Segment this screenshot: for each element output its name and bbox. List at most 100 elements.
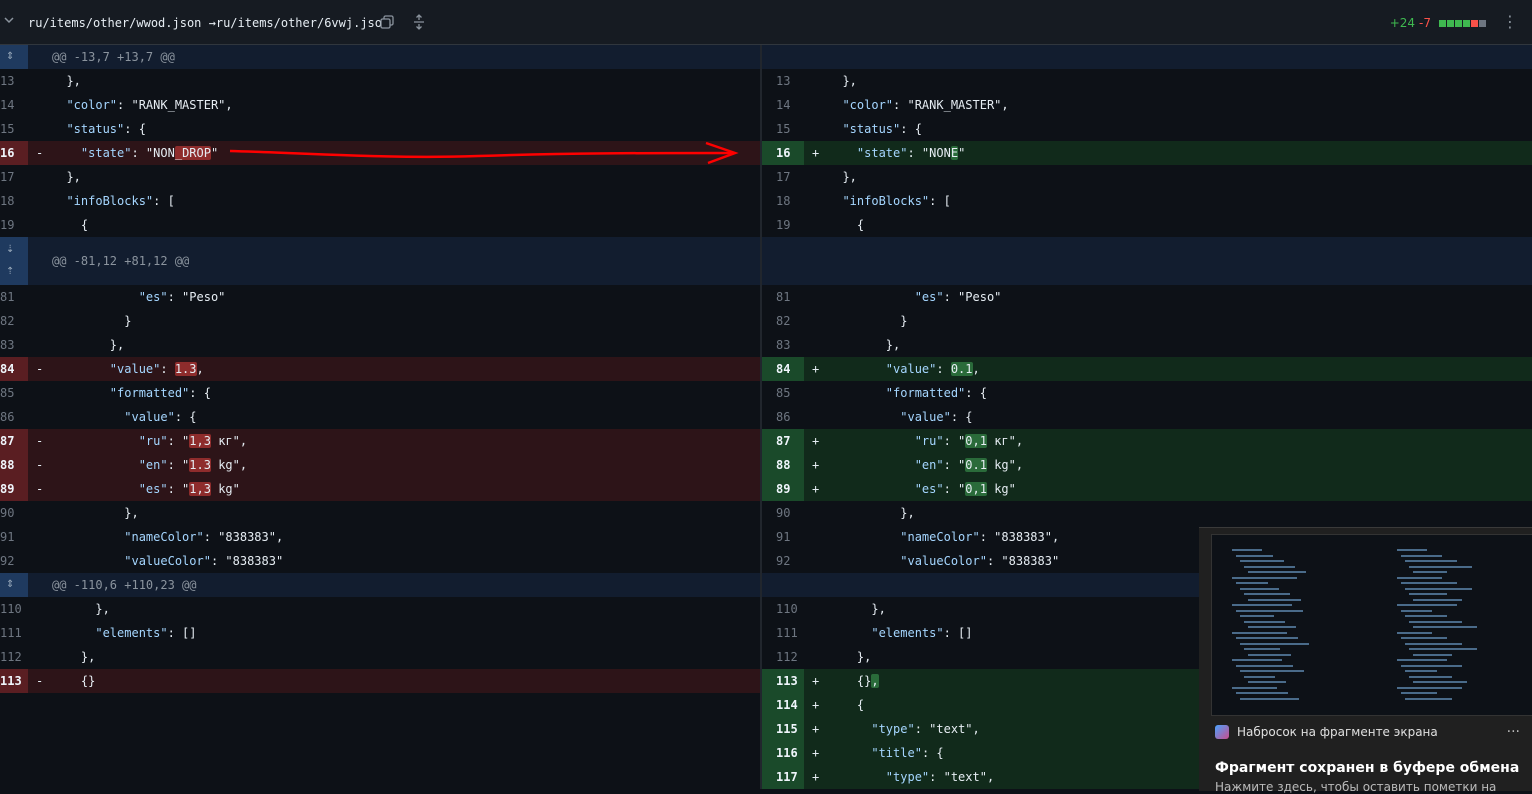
code-text: "en": "1.3 kg", xyxy=(138,458,248,472)
line-number[interactable]: 85 xyxy=(0,381,28,405)
hunk-range: @@ -110,6 +110,23 @@ xyxy=(52,578,197,592)
snip-notification[interactable]: Набросок на фрагменте экрана ··· Фрагмен… xyxy=(1199,527,1532,794)
thumb-line xyxy=(1236,637,1298,639)
diff-marker: - xyxy=(36,674,44,688)
line-number[interactable]: 111 xyxy=(0,621,28,645)
thumb-line xyxy=(1397,659,1447,661)
thumb-line xyxy=(1236,609,1303,612)
code-text: "es": "Peso" xyxy=(138,290,226,304)
line-number[interactable]: 117 xyxy=(762,765,804,789)
diff-row: 82 } 82 } xyxy=(0,309,1532,333)
line-number[interactable]: 16 xyxy=(0,141,28,165)
code-text: "type": "text", xyxy=(871,722,980,736)
thumb-line xyxy=(1413,626,1477,628)
line-number[interactable]: 88 xyxy=(0,453,28,477)
left-cell: 81 "es": "Peso" xyxy=(0,285,760,309)
thumb-line xyxy=(1409,565,1472,568)
right-cell: 17 }, xyxy=(762,165,1532,189)
expand-hunk-icon[interactable]: ⇕ xyxy=(0,573,28,597)
line-number[interactable]: 13 xyxy=(762,69,804,93)
line-number[interactable]: 82 xyxy=(0,309,28,333)
line-number[interactable]: 90 xyxy=(762,501,804,525)
thumb-line xyxy=(1401,637,1447,639)
left-cell: 18 "infoBlocks": [ xyxy=(0,189,760,213)
line-number[interactable]: 13 xyxy=(0,69,28,93)
line-number[interactable]: 19 xyxy=(0,213,28,237)
chevron-down-icon[interactable] xyxy=(3,14,17,28)
line-number[interactable]: 91 xyxy=(0,525,28,549)
line-number[interactable]: 92 xyxy=(762,549,804,573)
code-text: "valueColor": "838383" xyxy=(124,554,284,568)
line-number[interactable]: 87 xyxy=(762,429,804,453)
line-number[interactable]: 15 xyxy=(762,117,804,141)
line-number[interactable]: 88 xyxy=(762,453,804,477)
line-number[interactable]: 84 xyxy=(0,357,28,381)
thumb-line xyxy=(1409,675,1452,678)
line-number[interactable]: 110 xyxy=(762,597,804,621)
line-number[interactable]: 112 xyxy=(762,645,804,669)
line-number[interactable]: 87 xyxy=(0,429,28,453)
line-number[interactable]: 85 xyxy=(762,381,804,405)
code-text: "valueColor": "838383" xyxy=(900,554,1060,568)
code-text: "color": "RANK_MASTER", xyxy=(842,98,1009,112)
line-number[interactable] xyxy=(0,741,28,765)
line-number[interactable]: 14 xyxy=(0,93,28,117)
line-number[interactable]: 90 xyxy=(0,501,28,525)
code-text: "state": "NON_DROP" xyxy=(80,146,219,160)
left-cell: 13 }, xyxy=(0,69,760,93)
line-number[interactable]: 89 xyxy=(762,477,804,501)
line-number[interactable]: 83 xyxy=(762,333,804,357)
line-number[interactable]: 81 xyxy=(0,285,28,309)
thumb-line xyxy=(1248,681,1286,683)
line-number[interactable] xyxy=(0,693,28,717)
copy-icon[interactable] xyxy=(379,14,395,30)
line-number[interactable]: 116 xyxy=(762,741,804,765)
diff-stats: +24 -7 xyxy=(1390,16,1486,30)
line-number[interactable]: 18 xyxy=(762,189,804,213)
thumb-line xyxy=(1244,675,1275,678)
line-number[interactable]: 82 xyxy=(762,309,804,333)
toast-more-icon[interactable]: ··· xyxy=(1507,724,1520,740)
expand-icon[interactable] xyxy=(411,14,427,30)
line-number[interactable]: 111 xyxy=(762,621,804,645)
line-number[interactable]: 17 xyxy=(762,165,804,189)
expand-hunk-icon[interactable]: ⇣ ⇡ xyxy=(0,237,28,285)
line-number[interactable]: 18 xyxy=(0,189,28,213)
line-number[interactable]: 15 xyxy=(0,117,28,141)
kebab-icon[interactable]: ⋮ xyxy=(1502,12,1518,31)
line-number[interactable]: 19 xyxy=(762,213,804,237)
screenshot-thumbnail[interactable] xyxy=(1211,534,1532,716)
thumb-line xyxy=(1232,686,1277,689)
line-number[interactable]: 110 xyxy=(0,597,28,621)
line-number[interactable] xyxy=(0,717,28,741)
diff-row: 17 }, 17 }, xyxy=(0,165,1532,189)
line-number[interactable]: 84 xyxy=(762,357,804,381)
line-number[interactable]: 114 xyxy=(762,693,804,717)
line-number[interactable]: 91 xyxy=(762,525,804,549)
thumb-line xyxy=(1244,565,1295,568)
line-number[interactable]: 89 xyxy=(0,477,28,501)
line-number[interactable]: 112 xyxy=(0,645,28,669)
code-text: }, xyxy=(52,338,125,352)
line-number[interactable]: 14 xyxy=(762,93,804,117)
expand-hunk-icon[interactable]: ⇕ xyxy=(0,45,28,69)
line-number[interactable]: 113 xyxy=(762,669,804,693)
thumb-line xyxy=(1397,604,1457,606)
toast-body[interactable]: Нажмите здесь, чтобы оставить пометки на xyxy=(1215,780,1496,794)
line-number[interactable]: 83 xyxy=(0,333,28,357)
line-number[interactable]: 86 xyxy=(762,405,804,429)
line-number[interactable]: 86 xyxy=(0,405,28,429)
line-number[interactable]: 113 xyxy=(0,669,28,693)
left-cell: 90 }, xyxy=(0,501,760,525)
line-number[interactable]: 16 xyxy=(762,141,804,165)
code-text: }, xyxy=(52,602,110,616)
line-number[interactable] xyxy=(0,765,28,789)
toast-title: Фрагмент сохранен в буфере обмена xyxy=(1215,760,1520,776)
line-number[interactable]: 115 xyxy=(762,717,804,741)
line-number[interactable]: 81 xyxy=(762,285,804,309)
line-number[interactable]: 92 xyxy=(0,549,28,573)
thumb-line xyxy=(1236,582,1268,584)
diff-row: 86 "value": {86 "value": { xyxy=(0,405,1532,429)
right-cell: 83 }, xyxy=(762,333,1532,357)
line-number[interactable]: 17 xyxy=(0,165,28,189)
